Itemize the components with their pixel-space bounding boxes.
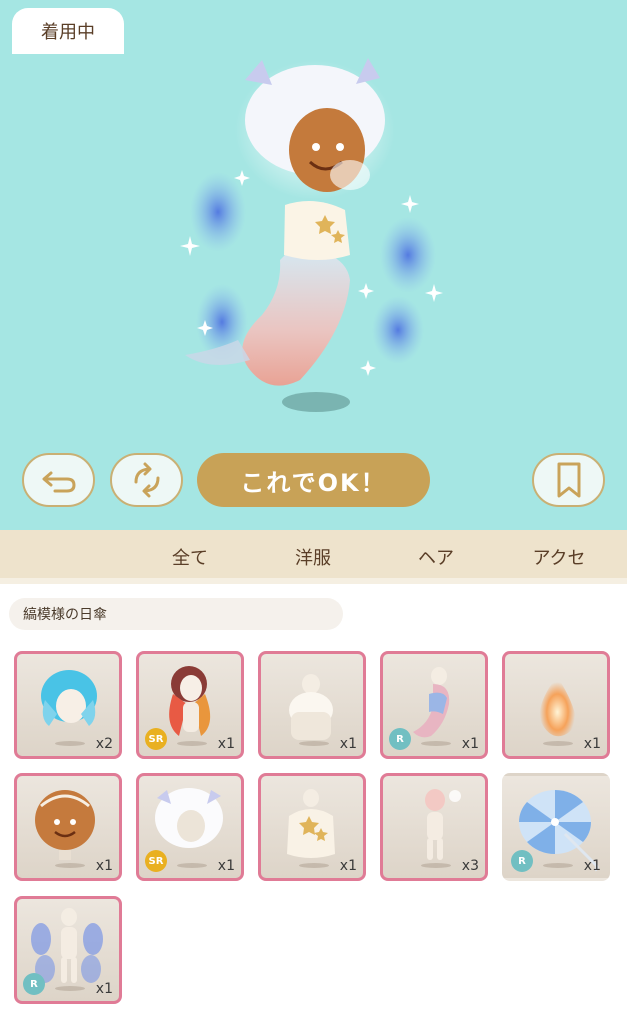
avatar-figure (180, 58, 443, 386)
item-quantity: x1 (217, 736, 235, 752)
item-card-gingerbread-face[interactable]: x1 (14, 773, 122, 881)
item-card-striped-parasol[interactable]: R x1 (502, 773, 610, 881)
item-pedestal (55, 986, 85, 991)
undo-button[interactable] (22, 453, 95, 507)
undo-arrow-icon (42, 471, 76, 493)
item-pedestal (177, 863, 207, 868)
item-pedestal (177, 741, 207, 746)
confirm-ok-button[interactable]: これでOK！ (197, 453, 430, 507)
item-quantity: x3 (461, 858, 479, 874)
item-pedestal (421, 741, 451, 746)
item-quantity: x1 (339, 736, 357, 752)
item-pedestal (55, 863, 85, 868)
rarity-badge-sr: SR (145, 728, 167, 750)
item-card-mermaid-tail[interactable]: R x1 (380, 651, 488, 759)
item-card-pink-puff-body[interactable]: x3 (380, 773, 488, 881)
item-card-white-fur-top[interactable]: x1 (258, 651, 366, 759)
tab-all[interactable]: 全て (130, 530, 250, 584)
item-card-white-fluffy-hair[interactable]: SR x1 (136, 773, 244, 881)
item-quantity: x1 (95, 981, 113, 997)
item-pedestal (543, 741, 573, 746)
item-pedestal (299, 863, 329, 868)
rotate-button[interactable] (110, 453, 183, 507)
item-card-blue-hair[interactable]: x2 (14, 651, 122, 759)
rotate-arrows-icon (134, 462, 159, 498)
item-pedestal (55, 741, 85, 746)
item-card-flame[interactable]: x1 (502, 651, 610, 759)
avatar-shadow (282, 392, 350, 412)
item-quantity: x1 (339, 858, 357, 874)
rarity-badge-r: R (389, 728, 411, 750)
item-card-star-sweater[interactable]: x1 (258, 773, 366, 881)
item-quantity: x2 (95, 736, 113, 752)
item-quantity: x1 (95, 858, 113, 874)
item-quantity: x1 (217, 858, 235, 874)
tab-wearing[interactable]: 着用中 (12, 8, 124, 54)
avatar-preview-stage (0, 0, 627, 530)
tab-clothes[interactable]: 洋服 (253, 530, 373, 584)
item-quantity: x1 (583, 736, 601, 752)
selected-item-name: 縞模様の日傘 (9, 598, 343, 630)
bookmark-icon (557, 462, 580, 498)
item-pedestal (543, 863, 573, 868)
item-quantity: x1 (583, 858, 601, 874)
tab-hair[interactable]: ヘア (376, 530, 496, 584)
rarity-badge-sr: SR (145, 850, 167, 872)
rarity-badge-r: R (23, 973, 45, 995)
rarity-badge-r: R (511, 850, 533, 872)
tab-accessories[interactable]: アクセ (499, 530, 619, 584)
bookmark-button[interactable] (532, 453, 605, 507)
item-card-red-hair[interactable]: SR x1 (136, 651, 244, 759)
item-card-blue-sparkle-aura[interactable]: R x1 (14, 896, 122, 1004)
item-pedestal (299, 741, 329, 746)
item-pedestal (421, 863, 451, 868)
item-quantity: x1 (461, 736, 479, 752)
